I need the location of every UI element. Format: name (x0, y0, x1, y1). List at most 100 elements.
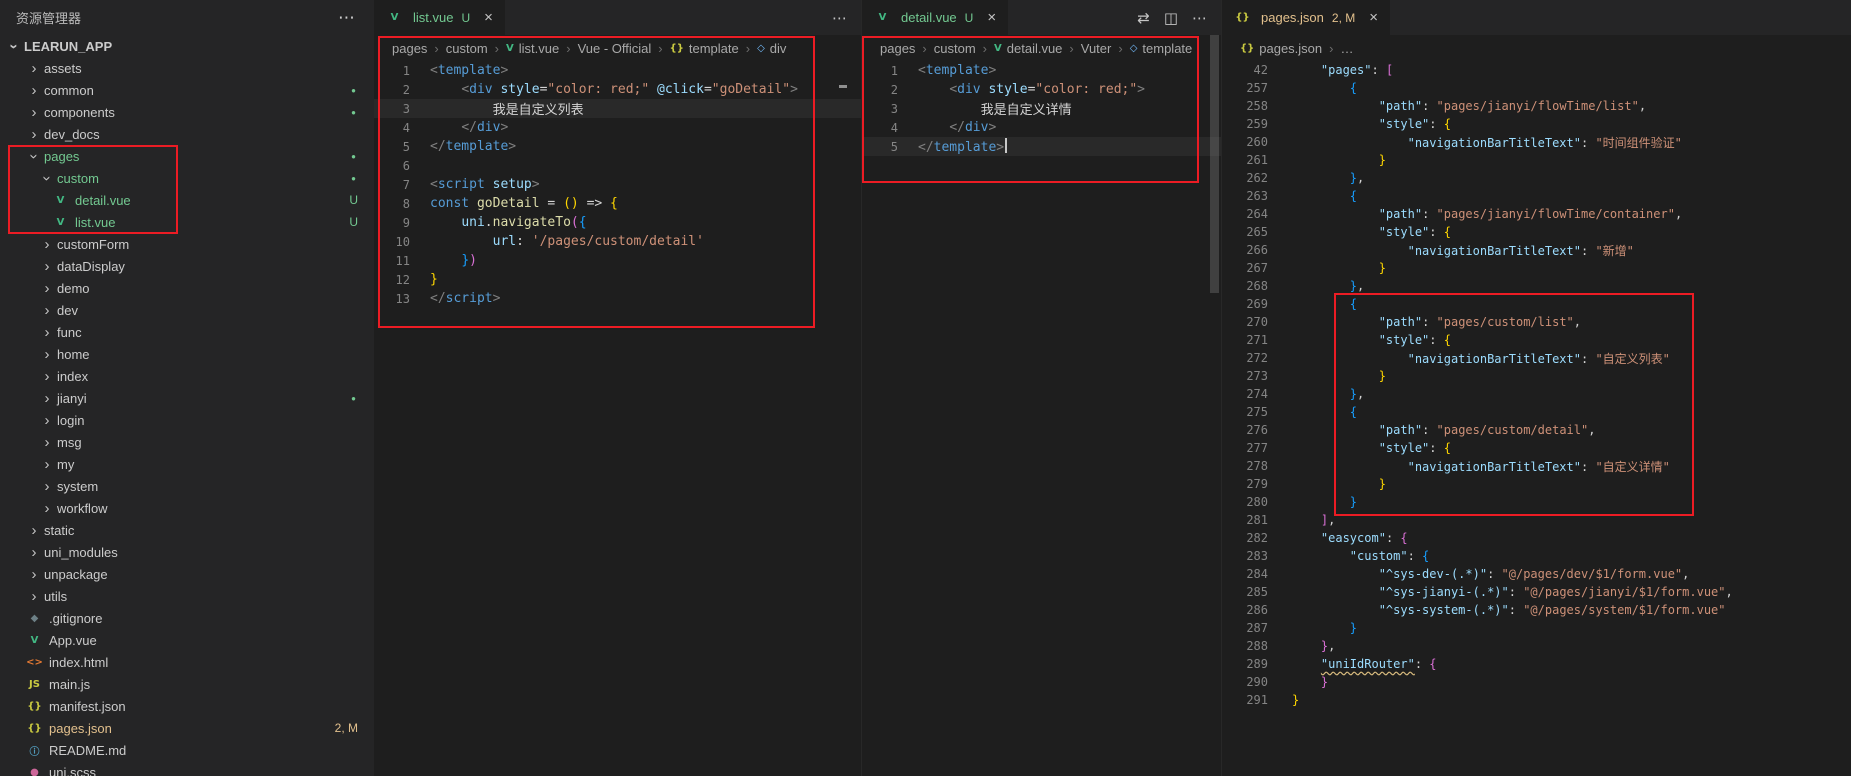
code-line-269[interactable]: 269 { (1222, 295, 1851, 313)
tree-item-unpackage[interactable]: unpackage (0, 563, 374, 585)
tree-item-pages[interactable]: pages● (0, 145, 374, 167)
code-line-267[interactable]: 267 } (1222, 259, 1851, 277)
code-line-257[interactable]: 257 { (1222, 79, 1851, 97)
more-actions-icon[interactable]: ⋯ (832, 9, 847, 27)
tree-item-func[interactable]: func (0, 321, 374, 343)
breadcrumb-item-pages[interactable]: pages (880, 41, 915, 56)
tab-list-vue[interactable]: Vlist.vueU× (374, 0, 506, 35)
code-line-2[interactable]: 2 <div style="color: red;"> (862, 80, 1221, 99)
code-line-9[interactable]: 9 uni.navigateTo({ (374, 213, 861, 232)
code-line-12[interactable]: 12} (374, 270, 861, 289)
code-line-11[interactable]: 11 }) (374, 251, 861, 270)
code-line-6[interactable]: 6 (374, 156, 861, 175)
code-line-5[interactable]: 5</template> (374, 137, 861, 156)
tree-item-detail-vue[interactable]: Vdetail.vueU (0, 189, 374, 211)
tree-item-uni-modules[interactable]: uni_modules (0, 541, 374, 563)
close-icon[interactable]: × (484, 9, 493, 26)
code-line-1[interactable]: 1<template> (862, 61, 1221, 80)
code-line-3[interactable]: 3 我是自定义详情 (862, 99, 1221, 118)
tree-item-demo[interactable]: demo (0, 277, 374, 299)
code-editor[interactable]: 1<template>2 <div style="color: red;" @c… (374, 61, 861, 776)
tree-root-learun-app[interactable]: LEARUN_APP (0, 35, 374, 57)
code-line-276[interactable]: 276 "path": "pages/custom/detail", (1222, 421, 1851, 439)
tree-item-list-vue[interactable]: Vlist.vueU (0, 211, 374, 233)
code-line-264[interactable]: 264 "path": "pages/jianyi/flowTime/conta… (1222, 205, 1851, 223)
code-editor[interactable]: 42 "pages": [257 {258 "path": "pages/jia… (1222, 61, 1851, 776)
scrollbar-thumb[interactable] (1210, 35, 1219, 293)
tree-item-components[interactable]: components● (0, 101, 374, 123)
tree-item-uni-scss[interactable]: ●uni.scss (0, 761, 374, 776)
breadcrumb-item-pages[interactable]: pages (392, 41, 427, 56)
breadcrumb-item-detail-vue[interactable]: Vdetail.vue (994, 41, 1062, 56)
explorer-more-actions-icon[interactable]: ⋯ (338, 8, 356, 28)
code-line-260[interactable]: 260 "navigationBarTitleText": "时间组件验证" (1222, 133, 1851, 151)
breadcrumb-item-custom[interactable]: custom (934, 41, 976, 56)
code-line-262[interactable]: 262 }, (1222, 169, 1851, 187)
tree-item-dev[interactable]: dev (0, 299, 374, 321)
breadcrumb-item-vuter[interactable]: Vuter (1081, 41, 1112, 56)
tab-pages-json[interactable]: {}pages.json2, M× (1222, 0, 1391, 35)
tree-item-assets[interactable]: assets (0, 57, 374, 79)
code-line-7[interactable]: 7<script setup> (374, 175, 861, 194)
tree-item-pages-json[interactable]: {}pages.json2, M (0, 717, 374, 739)
tree-item-utils[interactable]: utils (0, 585, 374, 607)
breadcrumb-item-custom[interactable]: custom (446, 41, 488, 56)
tree-item-readme-md[interactable]: ⓘREADME.md (0, 739, 374, 761)
code-line-4[interactable]: 4 </div> (862, 118, 1221, 137)
code-line-261[interactable]: 261 } (1222, 151, 1851, 169)
code-line-291[interactable]: 291} (1222, 691, 1851, 709)
breadcrumb-item-template[interactable]: ◇template (1130, 41, 1193, 56)
code-line-2[interactable]: 2 <div style="color: red;" @click="goDet… (374, 80, 861, 99)
breadcrumb-item-list-vue[interactable]: Vlist.vue (506, 41, 559, 56)
code-line-287[interactable]: 287 } (1222, 619, 1851, 637)
compare-icon[interactable]: ⇄ (1137, 9, 1150, 27)
breadcrumb-item-div[interactable]: ◇div (757, 41, 786, 56)
code-line-265[interactable]: 265 "style": { (1222, 223, 1851, 241)
tree-item-jianyi[interactable]: jianyi● (0, 387, 374, 409)
code-line-279[interactable]: 279 } (1222, 475, 1851, 493)
tree-item-customform[interactable]: customForm (0, 233, 374, 255)
code-line-268[interactable]: 268 }, (1222, 277, 1851, 295)
code-line-278[interactable]: 278 "navigationBarTitleText": "自定义详情" (1222, 457, 1851, 475)
split-editor-icon[interactable]: ◫ (1164, 9, 1178, 27)
code-line-289[interactable]: 289 "uniIdRouter": { (1222, 655, 1851, 673)
tab-detail-vue[interactable]: Vdetail.vueU× (862, 0, 1009, 35)
tree-item-workflow[interactable]: workflow (0, 497, 374, 519)
breadcrumb-item-pages-json[interactable]: {}pages.json (1240, 41, 1322, 56)
code-line-3[interactable]: 3 我是自定义列表 (374, 99, 861, 118)
code-line-263[interactable]: 263 { (1222, 187, 1851, 205)
code-line-284[interactable]: 284 "^sys-dev-(.*)": "@/pages/dev/$1/for… (1222, 565, 1851, 583)
code-line-275[interactable]: 275 { (1222, 403, 1851, 421)
code-line-13[interactable]: 13</script> (374, 289, 861, 308)
code-line-259[interactable]: 259 "style": { (1222, 115, 1851, 133)
code-line-288[interactable]: 288 }, (1222, 637, 1851, 655)
tree-item-manifest-json[interactable]: {}manifest.json (0, 695, 374, 717)
code-line-272[interactable]: 272 "navigationBarTitleText": "自定义列表" (1222, 349, 1851, 367)
code-line-286[interactable]: 286 "^sys-system-(.*)": "@/pages/system/… (1222, 601, 1851, 619)
code-line-42[interactable]: 42 "pages": [ (1222, 61, 1851, 79)
tree-item-login[interactable]: login (0, 409, 374, 431)
tree-item-dev-docs[interactable]: dev_docs (0, 123, 374, 145)
tree-item-custom[interactable]: custom● (0, 167, 374, 189)
code-line-258[interactable]: 258 "path": "pages/jianyi/flowTime/list"… (1222, 97, 1851, 115)
code-line-10[interactable]: 10 url: '/pages/custom/detail' (374, 232, 861, 251)
tree-item-datadisplay[interactable]: dataDisplay (0, 255, 374, 277)
tree-item-index[interactable]: index (0, 365, 374, 387)
code-line-280[interactable]: 280 } (1222, 493, 1851, 511)
breadcrumb-item-vue-official[interactable]: Vue - Official (578, 41, 652, 56)
tree-item-gitignore[interactable]: ◆.gitignore (0, 607, 374, 629)
code-line-5[interactable]: 5</template> (862, 137, 1221, 156)
tree-item-system[interactable]: system (0, 475, 374, 497)
tree-item-main-js[interactable]: JSmain.js (0, 673, 374, 695)
code-line-277[interactable]: 277 "style": { (1222, 439, 1851, 457)
tree-item-index-html[interactable]: <>index.html (0, 651, 374, 673)
code-line-266[interactable]: 266 "navigationBarTitleText": "新增" (1222, 241, 1851, 259)
tree-item-static[interactable]: static (0, 519, 374, 541)
code-line-283[interactable]: 283 "custom": { (1222, 547, 1851, 565)
breadcrumb-item-template[interactable]: {}template (670, 41, 739, 56)
close-icon[interactable]: × (987, 9, 996, 26)
tree-item-app-vue[interactable]: VApp.vue (0, 629, 374, 651)
code-line-273[interactable]: 273 } (1222, 367, 1851, 385)
code-line-274[interactable]: 274 }, (1222, 385, 1851, 403)
code-line-282[interactable]: 282 "easycom": { (1222, 529, 1851, 547)
